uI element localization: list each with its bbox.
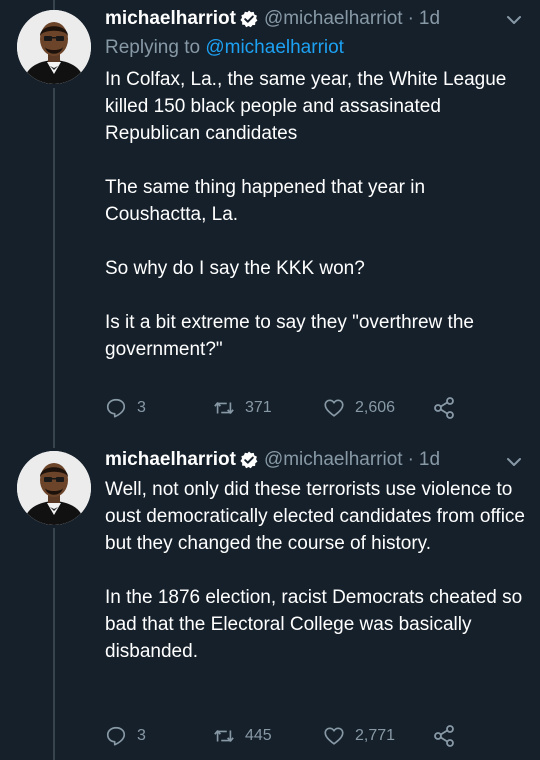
tweet-2[interactable]: michaelharriot @michaelharriot · 1d Well… [0,442,540,760]
share-button[interactable] [432,724,466,748]
share-button[interactable] [432,396,466,420]
replying-to-mention[interactable]: @michaelharriot [205,37,344,58]
like-button[interactable]: 2,771 [323,724,395,748]
tweet-paragraph: So why do I say the KKK won? [105,258,365,279]
share-icon [434,397,454,419]
timestamp[interactable]: 1d [419,8,440,30]
timestamp[interactable]: 1d [419,449,440,471]
reply-button[interactable]: 3 [105,396,146,420]
avatar[interactable] [17,10,91,84]
like-count: 2,606 [355,399,396,416]
tweet-header: michaelharriot @michaelharriot · 1d [105,6,440,32]
tweet-text: Well, not only did these terrorists use … [105,476,525,665]
tweet-paragraph: Is it a bit extreme to say they "overthr… [105,312,474,360]
replying-to: Replying to @michaelharriot [105,37,344,59]
separator: · [407,449,414,470]
retweet-button[interactable]: 445 [213,724,272,748]
reply-button[interactable]: 3 [105,724,146,748]
avatar[interactable] [17,451,91,525]
reply-count: 3 [137,727,146,744]
tweet-actions: 3 445 2,771 [105,724,525,748]
author-handle[interactable]: @michaelharriot [264,449,403,471]
reply-icon [106,726,126,746]
tweet-paragraph: Well, not only did these terrorists use … [105,479,525,554]
tweet-header: michaelharriot @michaelharriot · 1d [105,447,440,473]
tweet-1[interactable]: michaelharriot @michaelharriot · 1d Repl… [0,0,540,440]
separator: · [407,8,414,29]
author-name[interactable]: michaelharriot [105,449,236,471]
retweet-count: 445 [245,727,272,744]
retweet-button[interactable]: 371 [213,396,272,420]
tweet-text: In Colfax, La., the same year, the White… [105,66,525,363]
verified-badge-icon [240,10,258,28]
chevron-down-icon[interactable] [506,454,522,470]
author-name[interactable]: michaelharriot [105,8,236,30]
retweet-count: 371 [245,399,272,416]
retweet-icon [214,730,234,742]
share-icon [434,725,454,747]
verified-badge-icon [240,451,258,469]
replying-to-label: Replying to [105,37,201,58]
reply-icon [106,398,126,418]
tweet-paragraph: In Colfax, La., the same year, the White… [105,69,507,144]
like-count: 2,771 [355,727,396,744]
tweet-actions: 3 371 2,606 [105,396,525,420]
retweet-icon [214,402,234,414]
like-button[interactable]: 2,606 [323,396,395,420]
reply-count: 3 [137,399,146,416]
heart-icon [324,399,344,417]
author-handle[interactable]: @michaelharriot [264,8,403,30]
tweet-paragraph: The same thing happened that year in Cou… [105,177,426,225]
heart-icon [324,727,344,745]
chevron-down-icon[interactable] [506,12,522,28]
tweet-paragraph: In the 1876 election, racist Democrats c… [105,587,523,662]
